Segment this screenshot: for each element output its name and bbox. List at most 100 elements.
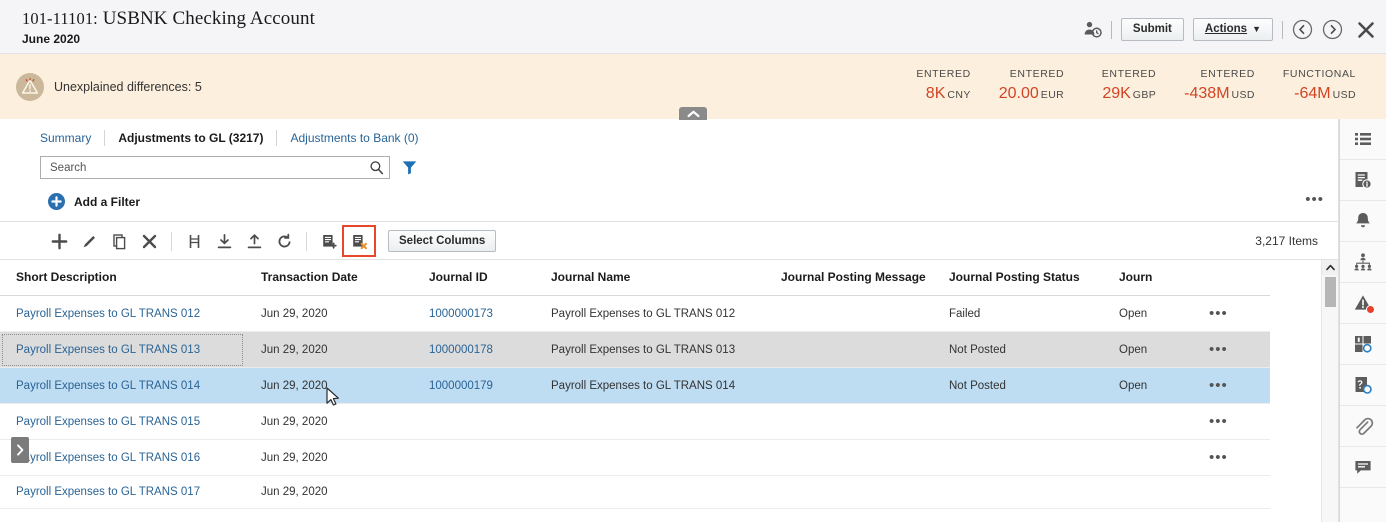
column-header-journal-name[interactable]: Journal Name <box>535 260 765 296</box>
funnel-filter-icon[interactable] <box>401 159 418 176</box>
sidebar-item-org-chart[interactable] <box>1340 242 1386 283</box>
sidebar-item-list[interactable] <box>1340 119 1386 160</box>
split-icon[interactable] <box>179 233 209 250</box>
cell-short-description[interactable]: Payroll Expenses to GL TRANS 017 <box>0 476 245 509</box>
items-count: 3,217 Items <box>1255 234 1318 248</box>
metric-functional-usd: FUNCTIONAL -64MUSD <box>1269 67 1370 106</box>
cell-journal-name <box>535 476 765 509</box>
row-actions-icon[interactable]: ••• <box>1189 296 1270 332</box>
cell-short-description[interactable]: Payroll Expenses to GL TRANS 016 <box>0 440 245 476</box>
table-row[interactable]: Payroll Expenses to GL TRANS 016 Jun 29,… <box>0 440 1270 476</box>
search-box[interactable] <box>40 156 390 179</box>
add-filter-label[interactable]: Add a Filter <box>74 195 140 209</box>
cell-transaction-date: Jun 29, 2020 <box>245 296 413 332</box>
submit-button[interactable]: Submit <box>1121 18 1184 41</box>
column-header-journal-extra[interactable]: Journ <box>1103 260 1189 296</box>
cell-short-description[interactable]: Payroll Expenses to GL TRANS 015 <box>0 404 245 440</box>
cell-short-description[interactable]: Payroll Expenses to GL TRANS 013 <box>0 332 245 368</box>
row-actions-icon[interactable]: ••• <box>1189 404 1270 440</box>
upload-icon[interactable] <box>239 233 269 250</box>
scrollbar-thumb[interactable] <box>1325 277 1336 307</box>
sidebar-item-notifications[interactable] <box>1340 201 1386 242</box>
metric-amount: -64M <box>1294 85 1330 102</box>
chevron-up-icon <box>687 110 700 118</box>
plus-circle-icon[interactable] <box>48 193 65 210</box>
sidebar-item-alerts[interactable] <box>1340 283 1386 324</box>
cell-journal-id[interactable]: 1000000179 <box>413 368 535 404</box>
table-row[interactable]: Payroll Expenses to GL TRANS 015 Jun 29,… <box>0 404 1270 440</box>
refresh-icon[interactable] <box>269 233 299 250</box>
sidebar-item-comments[interactable] <box>1340 447 1386 488</box>
row-actions-icon[interactable]: ••• <box>1189 440 1270 476</box>
metric-amount: 29K <box>1102 85 1130 102</box>
right-sidebar <box>1339 119 1386 522</box>
search-input[interactable] <box>48 161 369 175</box>
add-filter-row: Add a Filter ••• <box>0 179 1338 222</box>
metric-entered-eur: ENTERED 20.00EUR <box>985 67 1078 106</box>
edit-pencil-icon[interactable] <box>74 233 104 250</box>
sidebar-item-attachments[interactable] <box>1340 406 1386 447</box>
warning-triangle-icon <box>16 73 44 101</box>
cell-transaction-date: Jun 29, 2020 <box>245 368 413 404</box>
column-header-journal-posting-status[interactable]: Journal Posting Status <box>933 260 1103 296</box>
table-row[interactable]: Payroll Expenses to GL TRANS 014 Jun 29,… <box>0 368 1270 404</box>
cell-journal-extra: Open <box>1103 332 1189 368</box>
metric-currency: EUR <box>1041 89 1064 101</box>
banner-message: Unexplained differences: 5 <box>54 80 202 94</box>
row-actions-icon[interactable] <box>1189 476 1270 509</box>
cell-journal-id[interactable] <box>413 404 535 440</box>
next-arrow-icon[interactable] <box>1322 19 1343 40</box>
column-header-transaction-date[interactable]: Transaction Date <box>245 260 413 296</box>
cell-journal-id[interactable]: 1000000178 <box>413 332 535 368</box>
column-header-journal-posting-message[interactable]: Journal Posting Message <box>765 260 933 296</box>
cell-journal-posting-status <box>933 404 1103 440</box>
metric-currency: USD <box>1232 89 1255 101</box>
cell-journal-id[interactable] <box>413 476 535 509</box>
page-title: 101-11101: USBNK Checking Account <box>22 8 1083 30</box>
table-vertical-scrollbar[interactable] <box>1321 260 1338 522</box>
column-header-short-description[interactable]: Short Description <box>0 260 245 296</box>
previous-arrow-icon[interactable] <box>1292 19 1313 40</box>
assignee-icon[interactable] <box>1083 20 1102 39</box>
table-row[interactable]: Payroll Expenses to GL TRANS 013 Jun 29,… <box>0 332 1270 368</box>
select-columns-button[interactable]: Select Columns <box>388 230 496 252</box>
metric-amount: -438M <box>1184 85 1229 102</box>
cell-short-description[interactable]: Payroll Expenses to GL TRANS 012 <box>0 296 245 332</box>
duplicate-icon[interactable] <box>104 233 134 250</box>
alert-count-badge <box>1366 305 1375 314</box>
ellipsis-icon[interactable]: ••• <box>1305 196 1324 204</box>
main-content: Summary Adjustments to GL (3217) Adjustm… <box>0 119 1339 522</box>
download-icon[interactable] <box>209 233 239 250</box>
row-actions-icon[interactable]: ••• <box>1189 368 1270 404</box>
cell-journal-posting-message <box>765 440 933 476</box>
search-bar <box>0 149 1338 179</box>
cell-journal-name <box>535 440 765 476</box>
scroll-up-icon[interactable] <box>1322 260 1339 275</box>
cell-journal-id[interactable]: 1000000173 <box>413 296 535 332</box>
row-actions-icon[interactable]: ••• <box>1189 332 1270 368</box>
cell-short-description[interactable]: Payroll Expenses to GL TRANS 014 <box>0 368 245 404</box>
delete-journal-icon[interactable] <box>344 227 374 255</box>
close-icon[interactable] <box>1356 20 1376 40</box>
page-header: 101-11101: USBNK Checking Account June 2… <box>0 0 1386 54</box>
create-journal-icon[interactable] <box>314 233 344 250</box>
column-header-journal-id[interactable]: Journal ID <box>413 260 535 296</box>
sidebar-item-help[interactable] <box>1340 365 1386 406</box>
actions-button[interactable]: Actions▼ <box>1193 18 1273 41</box>
add-icon[interactable] <box>44 233 74 250</box>
sidebar-item-document-info[interactable] <box>1340 160 1386 201</box>
adjustments-table: Short Description Transaction Date Journ… <box>0 260 1270 509</box>
search-icon[interactable] <box>369 160 384 175</box>
left-panel-expand-handle[interactable] <box>11 437 29 463</box>
cell-journal-posting-message <box>765 476 933 509</box>
table-row[interactable]: Payroll Expenses to GL TRANS 012 Jun 29,… <box>0 296 1270 332</box>
delete-x-icon[interactable] <box>134 233 164 250</box>
sidebar-item-dashboard[interactable] <box>1340 324 1386 365</box>
tab-adjustments-to-bank[interactable]: Adjustments to Bank (0) <box>277 130 431 146</box>
column-header-row-actions <box>1189 260 1270 296</box>
tab-adjustments-to-gl[interactable]: Adjustments to GL (3217) <box>105 130 276 146</box>
cell-journal-id[interactable] <box>413 440 535 476</box>
tab-summary[interactable]: Summary <box>40 130 104 146</box>
cell-transaction-date: Jun 29, 2020 <box>245 332 413 368</box>
table-row[interactable]: Payroll Expenses to GL TRANS 017 Jun 29,… <box>0 476 1270 509</box>
